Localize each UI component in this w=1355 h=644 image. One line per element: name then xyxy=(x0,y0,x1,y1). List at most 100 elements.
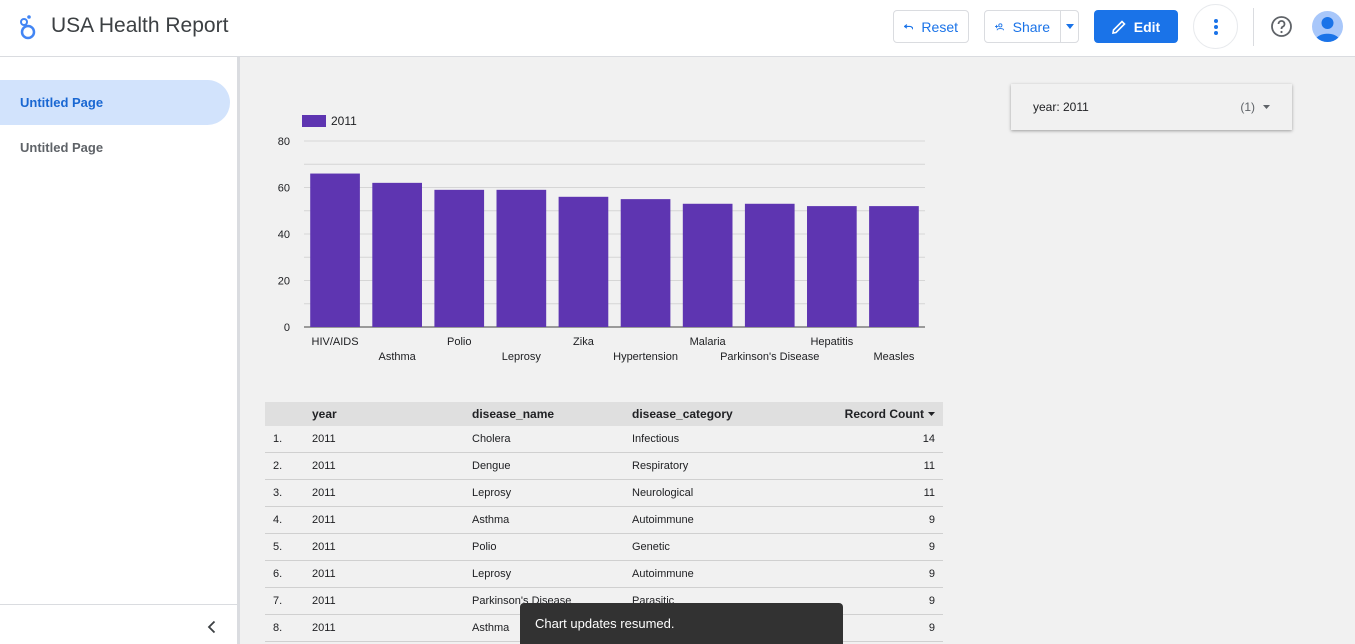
row-index: 4. xyxy=(273,514,283,526)
pencil-icon xyxy=(1111,19,1126,34)
header-record-count: Record Count xyxy=(844,407,924,421)
cell-disease-category: Respiratory xyxy=(632,460,689,472)
row-index: 1. xyxy=(273,433,283,445)
cell-disease-name: Leprosy xyxy=(472,487,512,499)
cell-disease-category: Infectious xyxy=(632,433,680,445)
cell-year: 2011 xyxy=(312,460,336,472)
row-index: 2. xyxy=(273,460,283,472)
bar-polio xyxy=(434,189,485,327)
cell-record-count: 11 xyxy=(923,460,935,472)
snackbar-toast: Chart updates resumed. xyxy=(520,603,843,644)
table-row: 4. 2011 Asthma Autoimmune 9 xyxy=(265,507,943,534)
looker-studio-logo-icon[interactable] xyxy=(18,14,38,42)
header-divider xyxy=(1253,8,1254,46)
cell-year: 2011 xyxy=(312,622,336,634)
row-index: 6. xyxy=(273,568,283,580)
cell-disease-category: Genetic xyxy=(632,541,670,553)
report-title[interactable]: USA Health Report xyxy=(51,14,228,38)
x-tick-label: Leprosy xyxy=(502,351,542,363)
cell-disease-category: Autoimmune xyxy=(632,514,694,526)
row-index: 7. xyxy=(273,595,283,607)
add-person-icon xyxy=(995,22,1004,30)
header-disease-category[interactable]: disease_category xyxy=(632,407,822,421)
row-index: 3. xyxy=(273,487,283,499)
cell-record-count: 14 xyxy=(922,433,935,445)
user-avatar[interactable] xyxy=(1312,11,1343,42)
more-options-button[interactable] xyxy=(1193,4,1238,49)
legend-swatch xyxy=(302,115,326,127)
toast-message: Chart updates resumed. xyxy=(535,616,675,631)
filter-value: : 2011 xyxy=(1056,100,1089,114)
cell-year: 2011 xyxy=(312,433,336,445)
share-button-label: Share xyxy=(1012,18,1050,35)
cell-year: 2011 xyxy=(312,487,336,499)
edit-button[interactable]: Edit xyxy=(1094,10,1178,43)
bar-zika xyxy=(558,196,609,327)
y-tick-label: 20 xyxy=(278,276,290,288)
sidebar-item-page-2[interactable]: Untitled Page xyxy=(0,125,230,170)
x-tick-label: Polio xyxy=(447,336,471,348)
bar-hypertension xyxy=(620,199,671,327)
x-tick-label: Measles xyxy=(873,351,914,363)
cell-year: 2011 xyxy=(312,568,336,580)
x-tick-label: Asthma xyxy=(379,351,417,363)
cell-year: 2011 xyxy=(312,541,336,553)
y-tick-label: 40 xyxy=(278,229,290,241)
bar-parkinson-s-disease xyxy=(744,203,795,327)
legend-label: 2011 xyxy=(331,114,357,128)
row-index: 5. xyxy=(273,541,283,553)
share-button[interactable]: Share xyxy=(984,10,1061,43)
header-year[interactable]: year xyxy=(312,407,472,421)
cell-record-count: 9 xyxy=(928,568,935,580)
x-tick-label: Hepatitis xyxy=(810,336,853,348)
dropdown-arrow-icon xyxy=(1263,105,1270,109)
cell-disease-name: Polio xyxy=(472,541,497,553)
x-tick-label: HIV/AIDS xyxy=(312,336,359,348)
cell-disease-category: Autoimmune xyxy=(632,568,694,580)
bar-leprosy xyxy=(496,189,547,327)
cell-disease-name: Leprosy xyxy=(472,568,512,580)
cell-year: 2011 xyxy=(312,514,336,526)
header-record-count-wrap[interactable]: Record Count xyxy=(822,407,943,421)
cell-disease-category: Neurological xyxy=(632,487,694,499)
bar-malaria xyxy=(682,203,733,327)
filter-selected-count: (1) xyxy=(1240,100,1255,114)
bar-chart[interactable]: 0 20 40 60 80 2011 HIV/AIDS Asthma Polio Leprosy Z… xyxy=(260,105,960,425)
share-dropdown-button[interactable] xyxy=(1060,10,1079,43)
bar-hiv-aids xyxy=(310,173,360,327)
x-tick-label: Zika xyxy=(573,336,595,348)
table-row: 1. 2011 Cholera Infectious 14 xyxy=(265,426,943,453)
row-index: 8. xyxy=(273,622,283,634)
header-disease-name[interactable]: disease_name xyxy=(472,407,632,421)
x-tick-label: Hypertension xyxy=(613,351,678,363)
more-vert-icon xyxy=(1213,18,1218,35)
reset-button[interactable]: Reset xyxy=(893,10,969,43)
y-tick-label: 80 xyxy=(278,136,290,148)
reset-button-label: Reset xyxy=(921,18,958,35)
chevron-left-icon[interactable] xyxy=(204,619,220,635)
cell-record-count: 11 xyxy=(923,487,935,499)
cell-record-count: 9 xyxy=(928,541,935,553)
x-tick-label: Malaria xyxy=(690,336,727,348)
bar-measles xyxy=(869,206,919,327)
person-icon xyxy=(1315,17,1340,42)
y-tick-label: 0 xyxy=(284,322,290,334)
undo-icon xyxy=(904,23,914,29)
app-header: USA Health Report Reset Share Edit xyxy=(0,0,1355,57)
y-tick-label: 60 xyxy=(278,183,290,195)
cell-year: 2011 xyxy=(312,595,336,607)
edit-button-label: Edit xyxy=(1133,18,1161,35)
filter-count-wrap: (1) xyxy=(1240,100,1270,114)
table-row: 6. 2011 Leprosy Autoimmune 9 xyxy=(265,561,943,588)
filter-field-label: year xyxy=(1033,100,1057,114)
help-icon[interactable] xyxy=(1270,15,1293,38)
cell-record-count: 9 xyxy=(928,514,935,526)
table-row: 5. 2011 Polio Genetic 9 xyxy=(265,534,943,561)
table-row: 2. 2011 Dengue Respiratory 11 xyxy=(265,453,943,480)
sidebar-item-page-1[interactable]: Untitled Page xyxy=(0,80,230,125)
cell-disease-name: Cholera xyxy=(472,433,511,445)
x-tick-label: Parkinson's Disease xyxy=(720,351,819,363)
cell-disease-name: Asthma xyxy=(472,514,510,526)
year-filter-control[interactable]: year : 2011 (1) xyxy=(1011,84,1292,130)
table-row: 3. 2011 Leprosy Neurological 11 xyxy=(265,480,943,507)
